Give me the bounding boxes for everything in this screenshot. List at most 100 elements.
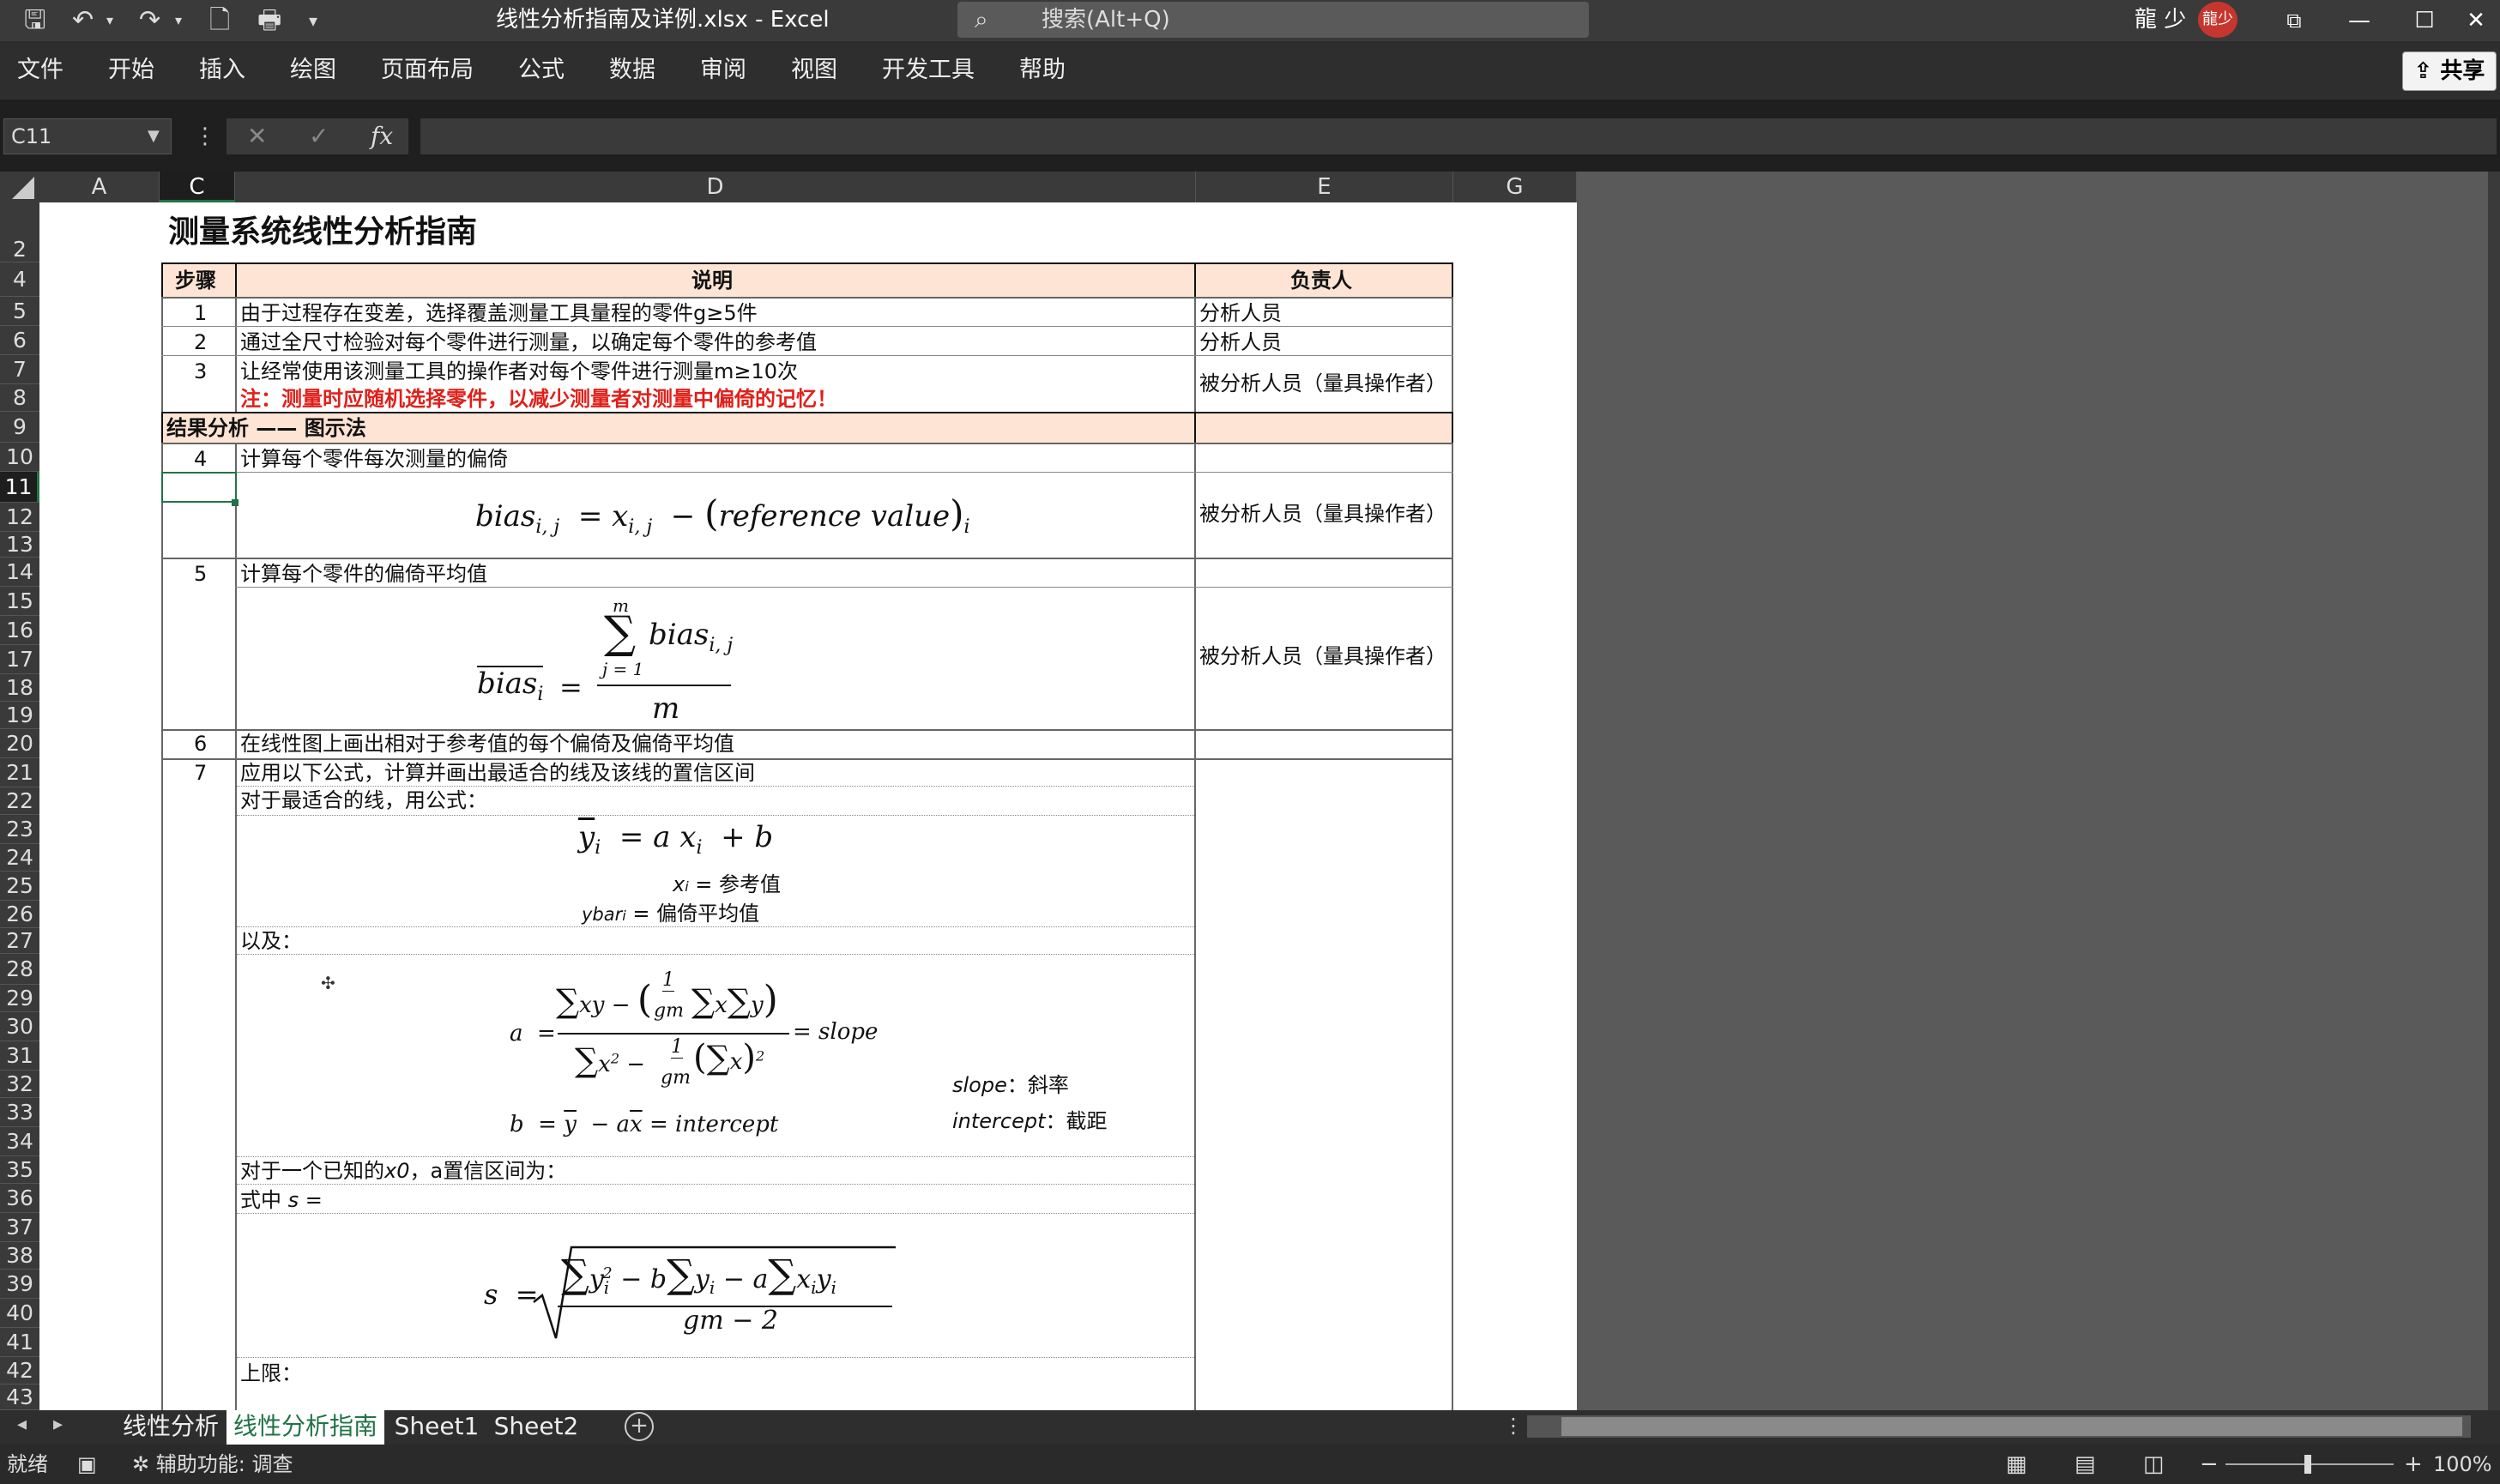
row-header-12[interactable]: 12	[0, 503, 39, 532]
row-header-11[interactable]: 11	[0, 472, 39, 503]
row-header-30[interactable]: 30	[0, 1012, 39, 1041]
row-header-8[interactable]: 8	[0, 384, 39, 412]
row-header-43[interactable]: 43	[0, 1384, 39, 1410]
row-header-31[interactable]: 31	[0, 1041, 39, 1071]
zoom-slider-thumb[interactable]	[2304, 1455, 2311, 1474]
normal-view-icon[interactable]: ▦	[2006, 1450, 2027, 1479]
zoom-in-icon[interactable]: +	[2404, 1450, 2423, 1479]
close-icon[interactable]: ✕	[2450, 3, 2500, 38]
user-name[interactable]: 龍 少	[2135, 5, 2186, 34]
row-header-22[interactable]: 22	[0, 787, 39, 815]
formula-input[interactable]	[420, 118, 2497, 154]
customize-icon[interactable]: ▾	[309, 5, 317, 36]
scroll-tabs-right-icon[interactable]: ▸	[53, 1414, 63, 1435]
name-box[interactable]: C11	[3, 118, 172, 154]
enter-icon[interactable]: ✓	[309, 118, 329, 154]
column-header-a[interactable]: A	[39, 172, 160, 202]
tab-insert[interactable]: 插入	[199, 55, 245, 86]
row-header-17[interactable]: 17	[0, 645, 39, 674]
row-header-14[interactable]: 14	[0, 558, 39, 587]
row-header-16[interactable]: 16	[0, 616, 39, 645]
share-button[interactable]: ⇪ 共享	[2402, 51, 2497, 91]
row-header-41[interactable]: 41	[0, 1328, 39, 1357]
row-header-7[interactable]: 7	[0, 355, 39, 384]
row-header-9[interactable]: 9	[0, 412, 39, 443]
row-header-10[interactable]: 10	[0, 443, 39, 472]
row-header-25[interactable]: 25	[0, 872, 39, 901]
row-header-23[interactable]: 23	[0, 815, 39, 844]
row-header-19[interactable]: 19	[0, 702, 39, 729]
row-header-28[interactable]: 28	[0, 954, 39, 985]
sheet-tab-sheet2[interactable]: Sheet2	[489, 1410, 583, 1445]
sheet-tab-linear-guide[interactable]: 线性分析指南	[226, 1410, 384, 1445]
tab-page-layout[interactable]: 页面布局	[381, 55, 474, 86]
redo-dropdown-icon[interactable]: ▾	[175, 5, 182, 36]
zoom-level[interactable]: 100%	[2433, 1450, 2492, 1479]
tab-file[interactable]: 文件	[17, 55, 63, 86]
row-header-18[interactable]: 18	[0, 674, 39, 702]
row-header-15[interactable]: 15	[0, 587, 39, 616]
row-header-32[interactable]: 32	[0, 1071, 39, 1098]
accessibility-status[interactable]: ✲ 辅助功能: 调查	[132, 1450, 293, 1479]
save-icon[interactable]: 🖫	[24, 5, 46, 36]
page-break-view-icon[interactable]: ◫	[2143, 1450, 2165, 1479]
step-7-owner-cell[interactable]	[1194, 758, 1453, 1410]
row-header-20[interactable]: 20	[0, 729, 39, 758]
chevron-down-icon[interactable]: ▼	[148, 118, 160, 154]
step-7-cell[interactable]	[161, 758, 237, 1410]
undo-icon[interactable]: ↶	[72, 5, 94, 36]
fill-handle[interactable]	[232, 499, 239, 506]
undo-dropdown-icon[interactable]: ▾	[106, 5, 113, 36]
redo-icon[interactable]: ↷	[139, 5, 160, 36]
tab-help[interactable]: 帮助	[1019, 55, 1066, 86]
tab-draw[interactable]: 绘图	[290, 55, 336, 86]
row-header-4[interactable]: 4	[0, 262, 39, 297]
tab-split-icon[interactable]: ⋮	[1503, 1414, 1524, 1438]
tab-review[interactable]: 审阅	[700, 55, 746, 86]
more-options-icon[interactable]: ⋮	[194, 118, 216, 154]
vertical-scrollbar[interactable]	[2488, 172, 2500, 1410]
tab-home[interactable]: 开始	[108, 55, 154, 86]
row-header-39[interactable]: 39	[0, 1270, 39, 1299]
row-header-35[interactable]: 35	[0, 1156, 39, 1184]
section-owner-cell[interactable]	[1194, 412, 1453, 444]
row-header-6[interactable]: 6	[0, 326, 39, 355]
search-box[interactable]: ⌕ 搜索(Alt+Q)	[957, 2, 1589, 38]
zoom-out-icon[interactable]: −	[2200, 1450, 2219, 1479]
row-header-27[interactable]: 27	[0, 928, 39, 954]
add-sheet-icon[interactable]: +	[625, 1412, 654, 1441]
sheet-tab-sheet1[interactable]: Sheet1	[389, 1410, 484, 1445]
tab-developer[interactable]: 开发工具	[882, 55, 975, 86]
macro-record-icon[interactable]: ▣	[77, 1450, 97, 1479]
column-header-c[interactable]: C	[160, 172, 235, 202]
row-header-36[interactable]: 36	[0, 1184, 39, 1213]
row-header-24[interactable]: 24	[0, 844, 39, 872]
row-header-21[interactable]: 21	[0, 758, 39, 787]
active-cell-c11[interactable]	[161, 472, 237, 503]
row-header-13[interactable]: 13	[0, 532, 39, 558]
ribbon-display-icon[interactable]: ⧉	[2268, 3, 2320, 38]
page-layout-view-icon[interactable]: ▤	[2074, 1450, 2096, 1479]
minimize-icon[interactable]: —	[2334, 3, 2385, 38]
row-header-29[interactable]: 29	[0, 985, 39, 1012]
new-file-icon[interactable]: 🗋	[209, 5, 230, 36]
cancel-icon[interactable]: ✕	[247, 118, 267, 154]
column-header-e[interactable]: E	[1196, 172, 1453, 202]
sheet-tab-linear-analysis[interactable]: 线性分析	[117, 1410, 225, 1445]
tab-data[interactable]: 数据	[609, 55, 655, 86]
row-header-34[interactable]: 34	[0, 1127, 39, 1156]
row-header-5[interactable]: 5	[0, 297, 39, 326]
avatar[interactable]: 龍少	[2198, 2, 2237, 38]
print-preview-icon[interactable]: 🖶	[257, 5, 281, 36]
row-header-2[interactable]: 2	[0, 202, 39, 262]
row-header-33[interactable]: 33	[0, 1098, 39, 1127]
tab-formulas[interactable]: 公式	[518, 55, 565, 86]
step-6-owner-cell[interactable]	[1194, 729, 1453, 760]
scroll-tabs-left-icon[interactable]: ◂	[17, 1414, 27, 1435]
row-header-38[interactable]: 38	[0, 1242, 39, 1270]
horizontal-scroll-thumb[interactable]	[1561, 1417, 2462, 1436]
maximize-icon[interactable]: ☐	[2399, 3, 2450, 38]
row-header-26[interactable]: 26	[0, 901, 39, 928]
column-header-d[interactable]: D	[235, 172, 1196, 202]
column-header-g[interactable]: G	[1453, 172, 1577, 202]
